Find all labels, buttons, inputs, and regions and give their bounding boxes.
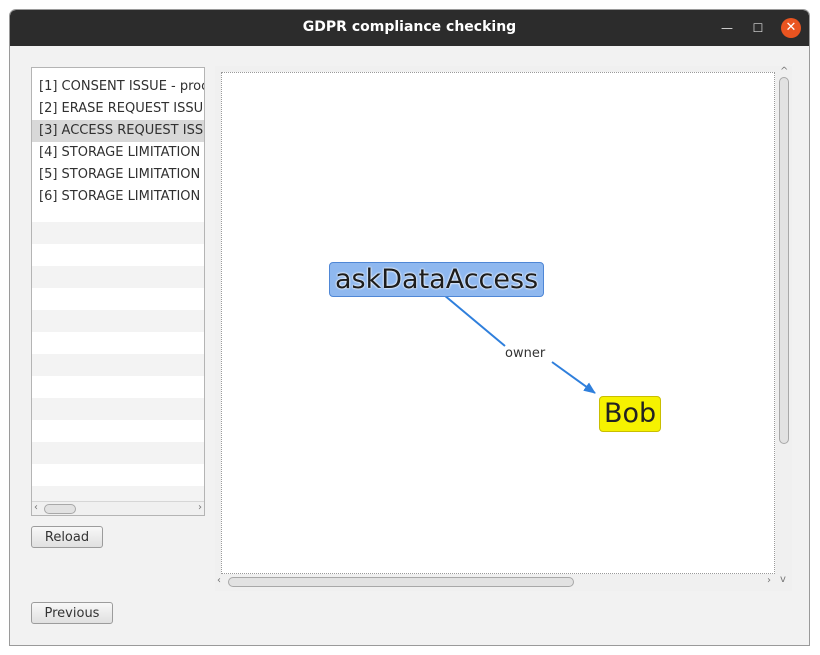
app-window: GDPR compliance checking — ☐ ✕ [1] CONSE…: [9, 9, 810, 646]
scroll-down-icon[interactable]: v: [780, 574, 786, 585]
edge-label-owner: owner: [505, 346, 546, 361]
list-item-issue-3[interactable]: [3] ACCESS REQUEST ISS: [32, 120, 204, 142]
issue-list[interactable]: [1] CONSENT ISSUE - proc [2] ERASE REQUE…: [31, 67, 205, 516]
previous-button[interactable]: Previous: [31, 602, 113, 624]
node-bob[interactable]: Bob: [599, 396, 662, 432]
graph-canvas[interactable]: askDataAccess owner Bob: [221, 72, 775, 574]
list-stripe: [32, 266, 204, 288]
list-stripe: [32, 310, 204, 332]
graph-vscroll-thumb[interactable]: [779, 77, 789, 444]
graph-vertical-scrollbar[interactable]: ^ v: [777, 66, 792, 586]
title-bar: GDPR compliance checking — ☐ ✕: [10, 10, 809, 46]
list-item-issue-1[interactable]: [1] CONSENT ISSUE - proc: [32, 76, 204, 98]
scroll-right-icon[interactable]: ›: [767, 575, 771, 586]
graph-hscroll-thumb[interactable]: [228, 577, 574, 587]
list-stripe: [32, 398, 204, 420]
close-icon[interactable]: ✕: [781, 18, 801, 38]
minimize-icon[interactable]: —: [717, 18, 737, 38]
list-horizontal-scrollbar[interactable]: ‹ ›: [32, 501, 204, 515]
list-stripe: [32, 442, 204, 464]
node-askdataaccess[interactable]: askDataAccess: [329, 262, 545, 297]
list-stripe: [32, 222, 204, 244]
list-item-issue-5[interactable]: [5] STORAGE LIMITATION: [32, 164, 204, 186]
graph-edges: [443, 294, 774, 573]
list-scroll-thumb[interactable]: [44, 504, 76, 514]
list-item-issue-2[interactable]: [2] ERASE REQUEST ISSU: [32, 98, 204, 120]
scroll-left-icon[interactable]: ‹: [217, 575, 221, 586]
scroll-left-icon[interactable]: ‹: [34, 502, 38, 514]
list-item-issue-4[interactable]: [4] STORAGE LIMITATION: [32, 142, 204, 164]
window-title: GDPR compliance checking: [302, 19, 517, 35]
list-stripe: [32, 354, 204, 376]
scroll-right-icon[interactable]: ›: [198, 502, 202, 514]
graph-horizontal-scrollbar[interactable]: ‹ ›: [215, 575, 777, 590]
graph-panel: askDataAccess owner Bob ^ v ‹ ›: [215, 66, 792, 591]
owner-edge: [443, 294, 595, 393]
scroll-up-icon[interactable]: ^: [780, 66, 788, 77]
reload-button[interactable]: Reload: [31, 526, 103, 548]
maximize-icon[interactable]: ☐: [748, 18, 768, 38]
list-item-issue-6[interactable]: [6] STORAGE LIMITATION: [32, 186, 204, 208]
